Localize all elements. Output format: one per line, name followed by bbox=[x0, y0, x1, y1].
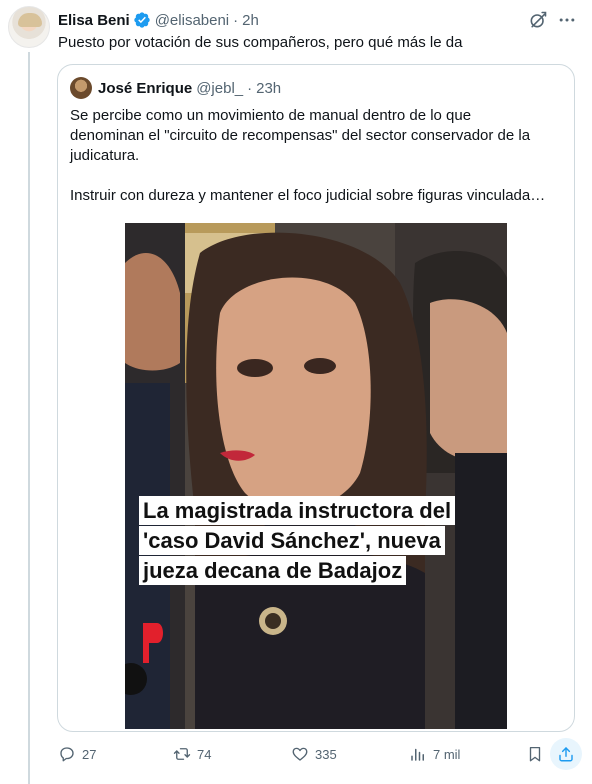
quote-line: Instruir con dureza y mantener el foco j… bbox=[70, 187, 546, 204]
views-icon bbox=[411, 748, 424, 761]
tweet-header: Elisa Beni @elisabeni · 2h bbox=[58, 10, 259, 30]
image-caption: La magistrada instructora del 'caso Davi… bbox=[139, 496, 456, 586]
share-button[interactable] bbox=[550, 738, 582, 770]
repost-button[interactable]: 74 bbox=[173, 742, 211, 766]
avatar[interactable] bbox=[8, 6, 50, 48]
quote-line: denominan el "circuito de recompensas" d… bbox=[70, 127, 531, 144]
views-count: 7 mil bbox=[433, 746, 461, 762]
quote-timestamp[interactable]: 23h bbox=[256, 80, 281, 97]
quote-text: Se percibe como un movimiento de manual … bbox=[70, 106, 566, 206]
tweet-text: Puesto por votación de sus compañeros, p… bbox=[58, 34, 463, 51]
like-button[interactable]: 335 bbox=[291, 742, 337, 766]
more-icon[interactable] bbox=[557, 10, 577, 30]
share-icon bbox=[559, 747, 573, 762]
author-handle[interactable]: @elisabeni bbox=[155, 12, 229, 29]
like-count: 335 bbox=[315, 746, 337, 762]
views-button[interactable]: 7 mil bbox=[409, 742, 460, 766]
bookmark-icon bbox=[529, 746, 541, 762]
author-name[interactable]: Elisa Beni bbox=[58, 12, 130, 29]
bookmark-button[interactable] bbox=[526, 742, 550, 766]
quote-separator-dot: · bbox=[247, 79, 253, 97]
verified-badge-icon bbox=[134, 12, 150, 28]
reply-icon bbox=[60, 747, 74, 762]
grok-icon[interactable] bbox=[528, 10, 548, 30]
caption-line: La magistrada instructora del bbox=[139, 496, 456, 525]
quote-header: José Enrique @jebl_ · 23h bbox=[98, 78, 281, 98]
separator-dot: · bbox=[233, 11, 239, 29]
quote-author-handle[interactable]: @jebl_ bbox=[196, 80, 243, 97]
quote-avatar[interactable] bbox=[70, 77, 92, 99]
action-bar: 27 74 335 7 mil bbox=[56, 738, 586, 770]
photo-illustration bbox=[125, 223, 507, 729]
caption-line: 'caso David Sánchez', nueva bbox=[139, 526, 445, 555]
repost-count: 74 bbox=[197, 746, 212, 762]
thread-line bbox=[28, 52, 30, 784]
caption-line: jueza decana de Badajoz bbox=[139, 556, 407, 585]
reply-count: 27 bbox=[82, 746, 97, 762]
repost-icon bbox=[173, 748, 191, 760]
like-icon bbox=[292, 747, 308, 761]
quote-line: Se percibe como un movimiento de manual … bbox=[70, 107, 472, 124]
timestamp[interactable]: 2h bbox=[242, 12, 259, 29]
quoted-tweet[interactable]: José Enrique @jebl_ · 23h Se percibe com… bbox=[57, 64, 575, 732]
quote-line: judicatura. bbox=[70, 147, 140, 164]
reply-button[interactable]: 27 bbox=[58, 742, 96, 766]
quote-author-name[interactable]: José Enrique bbox=[98, 80, 192, 97]
quote-image[interactable]: La magistrada instructora del 'caso Davi… bbox=[125, 223, 507, 729]
